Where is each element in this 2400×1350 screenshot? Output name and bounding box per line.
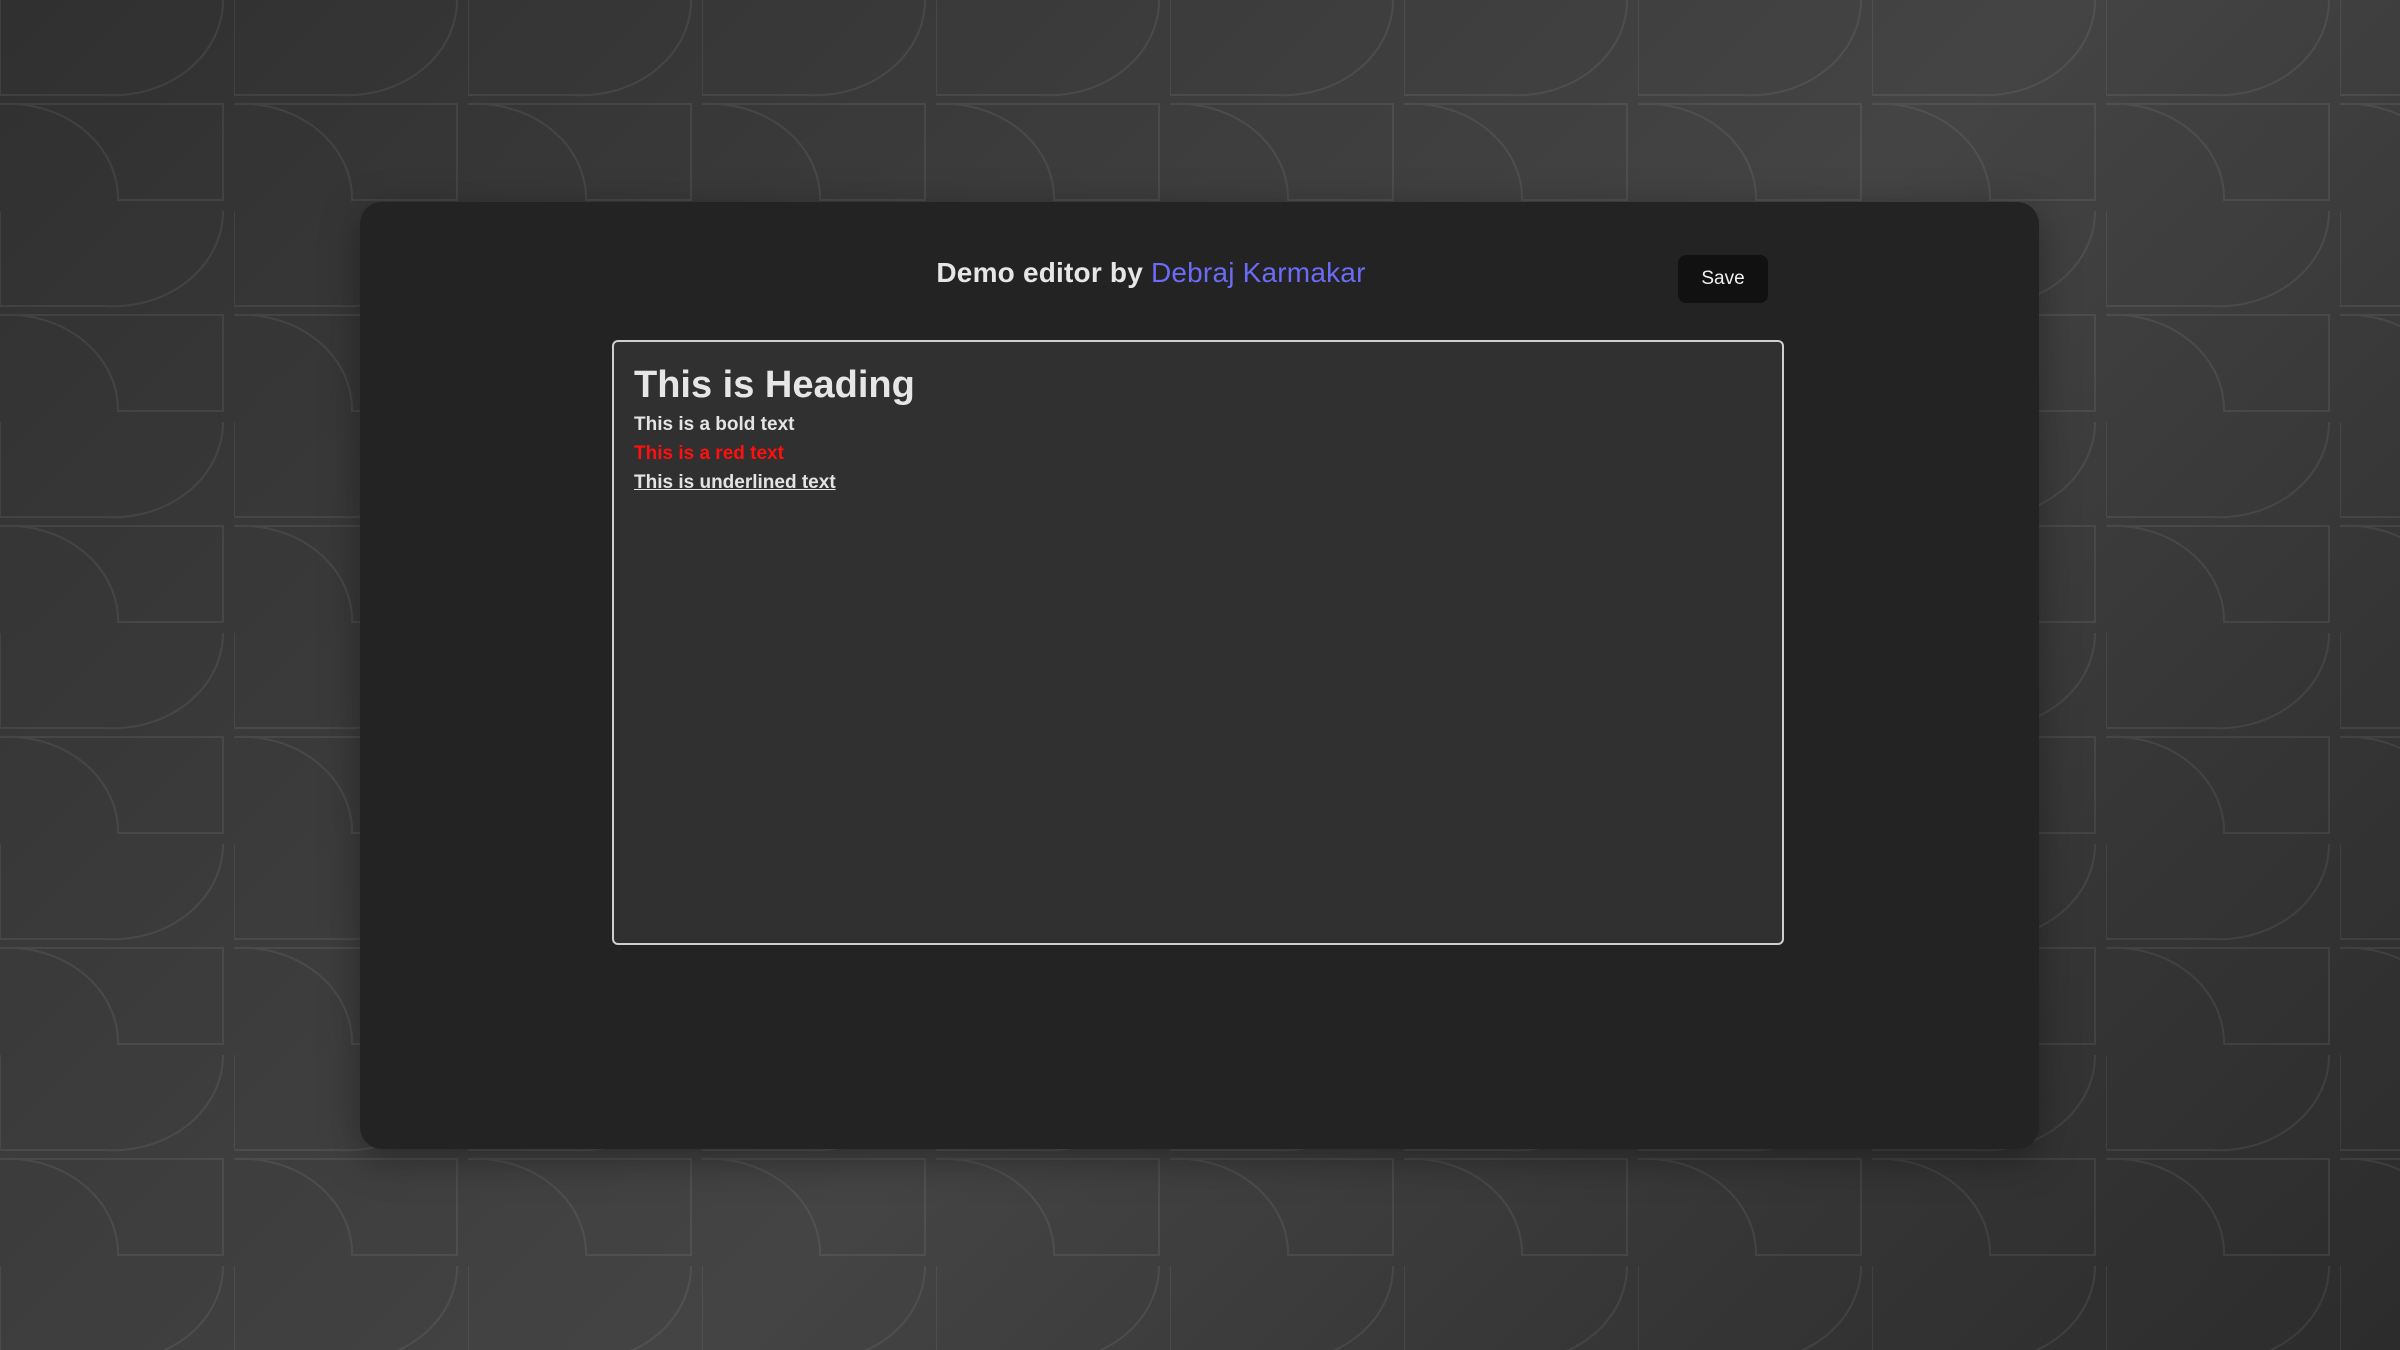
rich-text-editor[interactable]: This is Heading This is a bold text This… — [612, 340, 1784, 945]
editor-red-text[interactable]: This is a red text — [634, 442, 1762, 465]
editor-panel: Demo editor by Debraj Karmakar Save This… — [360, 202, 2039, 1149]
editor-bold-text[interactable]: This is a bold text — [634, 413, 1762, 436]
editor-underlined-text[interactable]: This is underlined text — [634, 471, 1762, 494]
save-button[interactable]: Save — [1678, 255, 1768, 303]
editor-heading[interactable]: This is Heading — [634, 364, 1762, 407]
author-link[interactable]: Debraj Karmakar — [1151, 257, 1366, 288]
title-prefix: Demo editor by — [936, 257, 1143, 288]
